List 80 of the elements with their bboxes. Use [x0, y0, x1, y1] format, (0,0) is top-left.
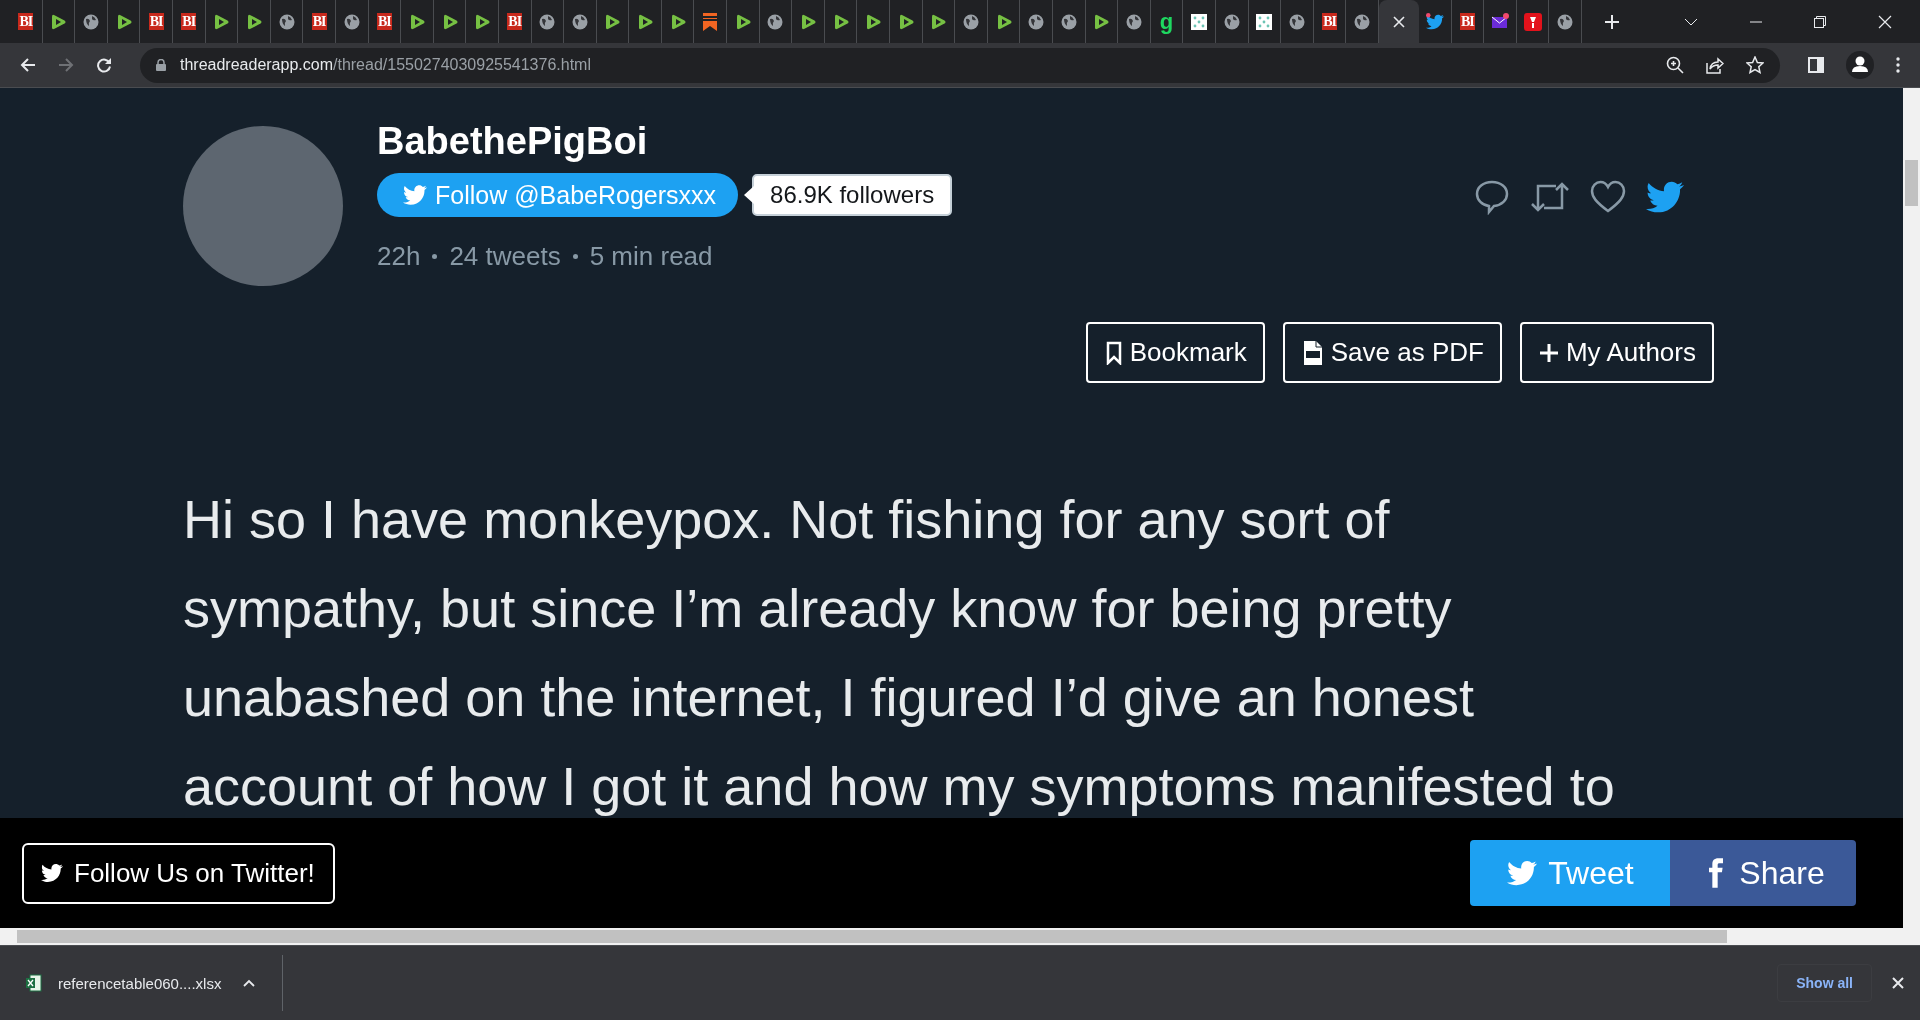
bookmark-icon: [702, 12, 719, 31]
chevron-up-icon[interactable]: [243, 979, 256, 987]
side-panel-icon[interactable]: [1808, 57, 1824, 73]
restore-icon[interactable]: [1814, 15, 1826, 28]
globe-icon: [767, 13, 784, 30]
show-all-button[interactable]: Show all: [1777, 964, 1872, 1002]
letter-logo-icon: g: [1159, 11, 1174, 32]
thread-action-button[interactable]: Save as PDF: [1282, 322, 1502, 383]
share-icon[interactable]: [1706, 56, 1724, 74]
follow-us-button[interactable]: Follow Us on Twitter!: [22, 842, 335, 904]
globe-icon: [963, 13, 979, 30]
menu-icon[interactable]: [1896, 57, 1900, 73]
play-icon: [473, 12, 492, 31]
thread-meta: 24 tweets: [449, 241, 561, 272]
play-icon: [603, 12, 622, 31]
close-icon[interactable]: [1392, 15, 1405, 28]
bi-logo-icon: BI: [311, 13, 327, 30]
thread-meta: 5 min read: [589, 241, 713, 272]
star-icon[interactable]: [1746, 56, 1764, 74]
spreadsheet-file-icon: [26, 974, 42, 992]
comment-icon[interactable]: [1474, 179, 1510, 215]
retweet-icon[interactable]: [1530, 180, 1570, 214]
torch-icon: [1523, 12, 1542, 31]
globe-icon: [83, 13, 99, 30]
bookmark-icon: [1105, 340, 1122, 365]
author-name[interactable]: BabethePigBoi: [377, 120, 953, 163]
globe-icon: [571, 13, 588, 30]
bi-logo-icon: BI: [148, 13, 164, 30]
reload-icon[interactable]: [96, 57, 112, 73]
bi-logo-icon: BI: [376, 13, 392, 30]
thread-text: Hi so I have monkeypox. Not fishing for any sort of sympathy, but since I’m already know for being pretty unabashed on the internet, I figured I’d give an honest account of how I got it and how my symptoms manifested to: [183, 488, 1616, 818]
play-icon: [799, 12, 818, 31]
play-icon: [929, 12, 948, 31]
globe-icon: [1060, 13, 1077, 30]
globe-icon: [1028, 13, 1045, 30]
address-field[interactable]: threadreaderapp.com/thread/1550274030925541376.html: [140, 47, 1780, 83]
heart-icon[interactable]: [1590, 180, 1626, 214]
globe-icon: [1288, 13, 1305, 30]
chevron-down-icon[interactable]: [1684, 17, 1698, 26]
globe-icon: [1557, 13, 1574, 30]
thread-action-button[interactable]: Bookmark: [1085, 322, 1265, 383]
profile-icon[interactable]: [1846, 51, 1874, 79]
share-button[interactable]: Share: [1670, 840, 1856, 906]
bird-icon: [403, 183, 427, 207]
play-icon: [636, 12, 655, 31]
bird-icon: [40, 862, 64, 884]
horizontal-scrollbar[interactable]: [0, 928, 1920, 945]
bi-logo-icon: BI: [1459, 13, 1475, 30]
bi-logo-icon: BI: [18, 13, 34, 30]
bi-logo-icon: BI: [181, 13, 197, 30]
callout-pointer-icon: [744, 186, 755, 204]
document-icon: [1302, 339, 1323, 366]
bi-logo-icon: BI: [1322, 13, 1337, 30]
back-icon[interactable]: [20, 57, 36, 73]
download-file-name[interactable]: referencetable060....xlsx: [58, 974, 222, 992]
bi-logo-icon: BI: [507, 13, 523, 30]
play-icon: [1092, 12, 1111, 31]
globe-icon: [343, 13, 360, 30]
minimize-icon[interactable]: [1750, 20, 1762, 23]
globe-icon: [1126, 13, 1142, 30]
globe-icon: [1354, 13, 1371, 30]
vertical-scrollbar[interactable]: [1903, 88, 1920, 928]
thread-action-button[interactable]: My Authors: [1519, 322, 1714, 383]
play-icon: [49, 12, 68, 31]
zoom-icon[interactable]: [1666, 56, 1684, 74]
play-icon: [864, 12, 883, 31]
grid-icon: [1191, 13, 1208, 30]
bird-icon: [1506, 858, 1539, 888]
lock-icon: [156, 59, 166, 71]
grid-icon: [1256, 13, 1273, 30]
play-icon: [212, 12, 231, 31]
globe-icon: [278, 13, 295, 30]
new-tab-icon[interactable]: [1603, 13, 1620, 30]
close-icon[interactable]: [1878, 14, 1892, 29]
follower-count: 86.9K followers: [752, 174, 953, 216]
thread-meta: 22h: [377, 241, 421, 272]
globe-icon: [539, 13, 556, 30]
globe-icon: [1223, 13, 1240, 30]
plus-icon: [1539, 343, 1558, 362]
close-icon[interactable]: [1892, 977, 1904, 989]
